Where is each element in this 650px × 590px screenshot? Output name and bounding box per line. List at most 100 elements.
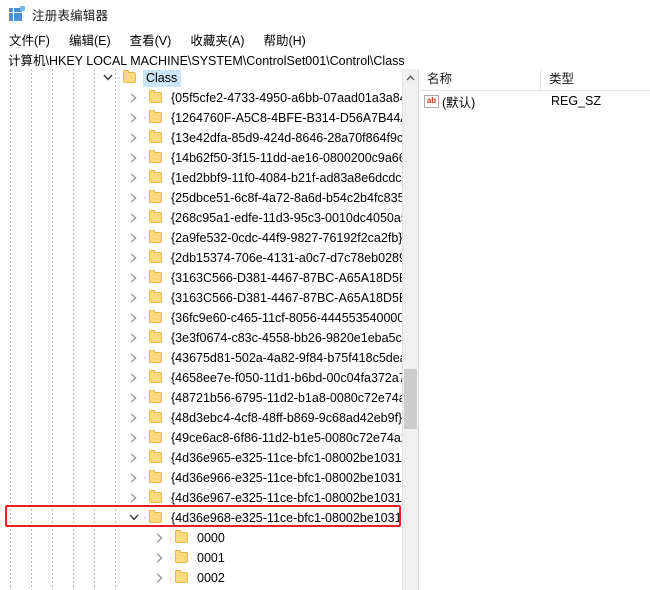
folder-icon <box>148 408 164 428</box>
tree-node[interactable]: ·0001 <box>152 548 227 568</box>
tree-node[interactable]: ·{3163C566-D381-4467-87BC-A65A18D5B649} <box>126 288 419 308</box>
tree-node[interactable]: ·{3163C566-D381-4467-87BC-A65A18D5B648} <box>126 268 419 288</box>
menu-item-favorites[interactable]: 收藏夹(A) <box>190 30 244 49</box>
tree-node[interactable]: ·0002 <box>152 568 227 588</box>
value-type: REG_SZ <box>543 94 601 108</box>
tree-node-label: {268c95a1-edfe-11d3-95c3-0010dc4050a5} <box>169 211 414 225</box>
tree-node[interactable]: ·{2db15374-706e-4131-a0c7-d7c78eb0289a} <box>126 248 419 268</box>
chevron-right-icon[interactable] <box>126 308 142 328</box>
tree-node-label: {3163C566-D381-4467-87BC-A65A18D5B648} <box>169 271 419 285</box>
tree-node-label: {13e42dfa-85d9-424d-8646-28a70f864f9c} <box>169 131 409 145</box>
tree-node-label: {1264760F-A5C8-4BFE-B314-D56A7B44A362} <box>169 111 419 125</box>
menu-item-view[interactable]: 查看(V) <box>130 30 172 49</box>
scroll-thumb[interactable] <box>404 369 417 429</box>
chevron-right-icon[interactable] <box>126 288 142 308</box>
folder-icon <box>148 228 164 248</box>
registry-editor-icon <box>9 6 25 22</box>
chevron-right-icon[interactable] <box>126 468 142 488</box>
tree-node[interactable]: ·Class <box>100 69 181 88</box>
tree-node[interactable]: ·{4658ee7e-f050-11d1-b6bd-00c04fa372a7} <box>126 368 412 388</box>
chevron-right-icon[interactable] <box>126 248 142 268</box>
chevron-right-icon[interactable] <box>152 568 168 588</box>
folder-icon <box>148 128 164 148</box>
tree-node[interactable]: ·{4d36e965-e325-11ce-bfc1-08002be10318} <box>126 448 415 468</box>
chevron-down-icon[interactable] <box>100 69 116 88</box>
tree-node[interactable]: ·{4d36e966-e325-11ce-bfc1-08002be10318} <box>126 468 415 488</box>
chevron-right-icon[interactable] <box>126 348 142 368</box>
chevron-right-icon[interactable] <box>126 128 142 148</box>
folder-icon <box>148 468 164 488</box>
chevron-right-icon[interactable] <box>126 488 142 508</box>
chevron-right-icon[interactable] <box>126 368 142 388</box>
chevron-right-icon[interactable] <box>126 208 142 228</box>
tree-vertical-scrollbar[interactable] <box>402 69 418 590</box>
menu-item-edit[interactable]: 编辑(E) <box>69 30 111 49</box>
chevron-right-icon[interactable] <box>126 448 142 468</box>
tree-node-label: {4658ee7e-f050-11d1-b6bd-00c04fa372a7} <box>169 371 412 385</box>
folder-icon <box>148 208 164 228</box>
menu-bar: 文件(F) 编辑(E) 查看(V) 收藏夹(A) 帮助(H) <box>0 28 650 50</box>
tree-node-label: {2db15374-706e-4131-a0c7-d7c78eb0289a} <box>169 251 419 265</box>
chevron-right-icon[interactable] <box>126 408 142 428</box>
tree-node[interactable]: ·{1ed2bbf9-11f0-4084-b21f-ad83a8e6dcdc} <box>126 168 408 188</box>
tree-node[interactable]: ·{2a9fe532-0cdc-44f9-9827-76192f2ca2fb} <box>126 228 404 248</box>
chevron-right-icon[interactable] <box>126 188 142 208</box>
tree-node[interactable]: ·{4d36e967-e325-11ce-bfc1-08002be10318} <box>126 488 415 508</box>
tree-node[interactable]: ·{1264760F-A5C8-4BFE-B314-D56A7B44A362} <box>126 108 419 128</box>
chevron-right-icon[interactable] <box>126 388 142 408</box>
tree-node-label: {05f5cfe2-4733-4950-a6bb-07aad01a3a84} <box>169 91 413 105</box>
tree-node[interactable]: ·{13e42dfa-85d9-424d-8646-28a70f864f9c} <box>126 128 409 148</box>
tree-node[interactable]: ·{48d3ebc4-4cf8-48ff-b869-9c68ad42eb9f} <box>126 408 404 428</box>
tree-node[interactable]: ·{268c95a1-edfe-11d3-95c3-0010dc4050a5} <box>126 208 414 228</box>
tree-node[interactable]: ·{48721b56-6795-11d2-b1a8-0080c72e74a2} <box>126 388 419 408</box>
chevron-right-icon[interactable] <box>152 548 168 568</box>
scroll-up-arrow-icon[interactable] <box>403 69 418 86</box>
values-column-header: 名称 类型 <box>419 69 650 91</box>
folder-icon <box>122 69 138 88</box>
column-header-name[interactable]: 名称 <box>419 69 541 90</box>
address-bar[interactable]: 计算机\HKEY LOCAL MACHINE\SYSTEM\ControlSet… <box>0 50 650 70</box>
chevron-right-icon[interactable] <box>126 228 142 248</box>
folder-icon <box>174 528 190 548</box>
folder-icon <box>148 248 164 268</box>
tree-node[interactable]: ·{05f5cfe2-4733-4950-a6bb-07aad01a3a84} <box>126 88 413 108</box>
values-list[interactable]: ab(默认)REG_SZ <box>419 91 650 111</box>
registry-values-pane[interactable]: 名称 类型 ab(默认)REG_SZ <box>419 69 650 590</box>
tree-node-label: {49ce6ac8-6f86-11d2-b1e5-0080c72e74a2} <box>169 431 414 445</box>
menu-item-help[interactable]: 帮助(H) <box>263 30 305 49</box>
chevron-right-icon[interactable] <box>152 528 168 548</box>
tree-node[interactable]: ·{3e3f0674-c83c-4558-bb26-9820e1eba5c5} <box>126 328 415 348</box>
value-row[interactable]: ab(默认)REG_SZ <box>419 91 650 111</box>
window-title: 注册表编辑器 <box>32 5 108 24</box>
tree-node[interactable]: ·{25dbce51-6c8f-4a72-8a6d-b54c2b4fc835} <box>126 188 411 208</box>
indent-guide-2 <box>52 69 53 590</box>
tree-node-label: {43675d81-502a-4a82-9f84-b75f418c5dea} <box>169 351 413 365</box>
tree-node-label: {3e3f0674-c83c-4558-bb26-9820e1eba5c5} <box>169 331 415 345</box>
column-header-type[interactable]: 类型 <box>541 69 650 90</box>
value-name: (默认) <box>442 92 543 111</box>
chevron-right-icon[interactable] <box>126 328 142 348</box>
tree-node[interactable]: ·{49ce6ac8-6f86-11d2-b1e5-0080c72e74a2} <box>126 428 414 448</box>
chevron-right-icon[interactable] <box>126 108 142 128</box>
chevron-right-icon[interactable] <box>126 88 142 108</box>
tree-node[interactable]: ·0000 <box>152 528 227 548</box>
registry-tree-pane[interactable]: ·Class·{05f5cfe2-4733-4950-a6bb-07aad01a… <box>0 69 419 590</box>
tree-node-label: 0000 <box>195 531 227 545</box>
folder-icon <box>148 308 164 328</box>
menu-item-file[interactable]: 文件(F) <box>9 30 50 49</box>
tree-node[interactable]: ·{43675d81-502a-4a82-9f84-b75f418c5dea} <box>126 348 413 368</box>
tree-node-label: Class <box>143 70 181 87</box>
tree-node-label: {4d36e966-e325-11ce-bfc1-08002be10318} <box>169 471 415 485</box>
chevron-right-icon[interactable] <box>126 268 142 288</box>
chevron-down-icon[interactable] <box>126 508 142 528</box>
tree-node-label: {48d3ebc4-4cf8-48ff-b869-9c68ad42eb9f} <box>169 411 404 425</box>
tree-node[interactable]: ·{14b62f50-3f15-11dd-ae16-0800200c9a66} <box>126 148 412 168</box>
tree-node-label: 0002 <box>195 571 227 585</box>
chevron-right-icon[interactable] <box>126 428 142 448</box>
tree-node-label: {4d36e967-e325-11ce-bfc1-08002be10318} <box>169 491 415 505</box>
folder-icon <box>148 368 164 388</box>
chevron-right-icon[interactable] <box>126 168 142 188</box>
tree-node[interactable]: ·{36fc9e60-c465-11cf-8056-444553540000} <box>126 308 410 328</box>
chevron-right-icon[interactable] <box>126 148 142 168</box>
tree-node[interactable]: ·{4d36e968-e325-11ce-bfc1-08002be10318} <box>126 508 415 528</box>
